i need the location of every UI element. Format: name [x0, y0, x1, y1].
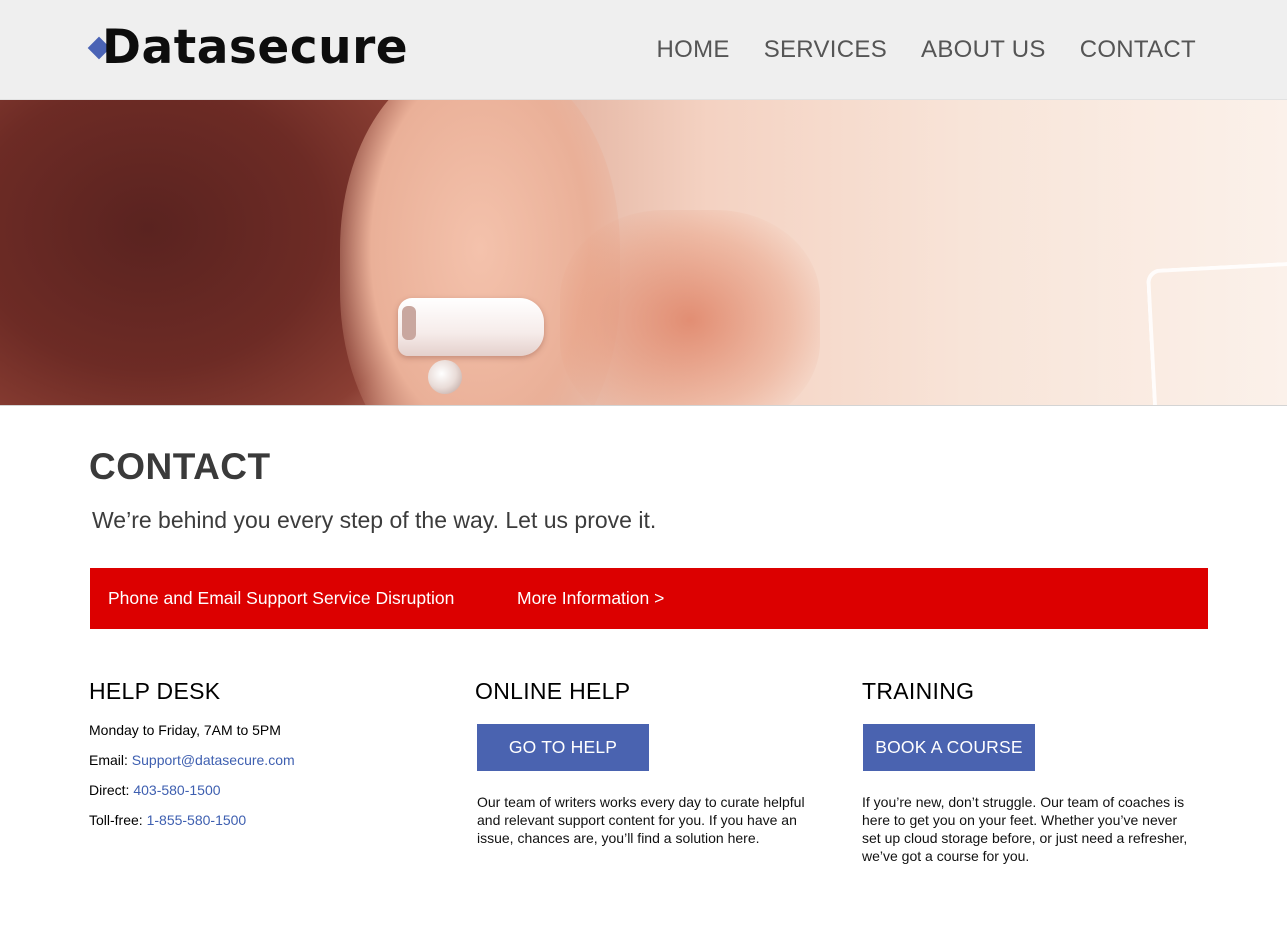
earring	[428, 360, 462, 394]
tollfree-label: Toll-free:	[89, 812, 143, 828]
nav-contact[interactable]: CONTACT	[1080, 36, 1196, 64]
main-nav: HOME SERVICES ABOUT US CONTACT	[656, 36, 1196, 64]
alert-text: Phone and Email Support Service Disrupti…	[108, 588, 455, 608]
help-desk-direct: Direct: 403-580-1500	[89, 782, 221, 798]
hero-background-blur	[560, 210, 820, 405]
hero-image	[0, 100, 1287, 406]
more-information-link[interactable]: More Information >	[517, 588, 664, 609]
nav-services[interactable]: SERVICES	[764, 36, 887, 64]
help-desk-tollfree: Toll-free: 1-855-580-1500	[89, 812, 246, 828]
headset-icon	[398, 298, 544, 356]
email-label: Email:	[89, 752, 128, 768]
online-help-heading: ONLINE HELP	[475, 678, 631, 704]
logo-text: Datasecure	[102, 20, 409, 75]
help-desk-hours: Monday to Friday, 7AM to 5PM	[89, 722, 281, 738]
direct-phone-link[interactable]: 403-580-1500	[133, 782, 220, 798]
training-description: If you’re new, don’t struggle. Our team …	[862, 794, 1188, 864]
online-help-description: Our team of writers works every day to c…	[477, 794, 805, 846]
email-link[interactable]: Support@datasecure.com	[132, 752, 295, 768]
help-desk-email: Email: Support@datasecure.com	[89, 752, 295, 768]
book-a-course-button[interactable]: BOOK A COURSE	[863, 724, 1035, 771]
go-to-help-button[interactable]: GO TO HELP	[477, 724, 649, 771]
direct-label: Direct:	[89, 782, 130, 798]
training-section: TRAINING BOOK A COURSE If you’re new, do…	[862, 678, 1187, 864]
site-header: Datasecure HOME SERVICES ABOUT US CONTAC…	[0, 0, 1287, 100]
nav-about-us[interactable]: ABOUT US	[921, 36, 1046, 64]
online-help-section: ONLINE HELP GO TO HELP Our team of write…	[475, 678, 805, 846]
headset-button	[402, 306, 416, 340]
nav-home[interactable]: HOME	[656, 36, 729, 64]
service-disruption-banner: Phone and Email Support Service Disrupti…	[90, 568, 1208, 629]
page-title: CONTACT	[89, 446, 271, 487]
training-heading: TRAINING	[862, 678, 975, 704]
help-desk-heading: HELP DESK	[89, 678, 221, 704]
tollfree-phone-link[interactable]: 1-855-580-1500	[147, 812, 247, 828]
page-tagline: We’re behind you every step of the way. …	[92, 507, 657, 533]
hero-monitor-edge	[1145, 260, 1287, 405]
help-desk-section: HELP DESK Monday to Friday, 7AM to 5PM E…	[89, 678, 295, 828]
